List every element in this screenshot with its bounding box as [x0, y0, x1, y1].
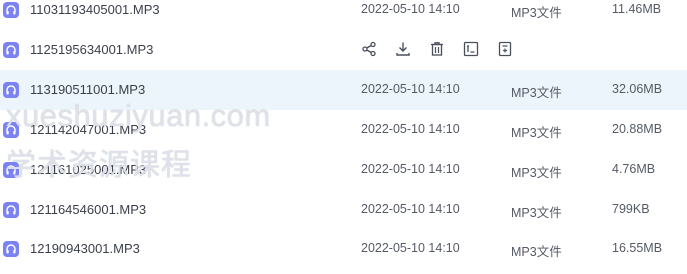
file-type: MP3文件 [511, 86, 562, 100]
file-name: 11031193405001.MP3 [30, 2, 160, 17]
file-size: 16.55MB [612, 241, 663, 255]
delete-icon[interactable] [428, 40, 446, 58]
file-size: 799KB [612, 202, 650, 216]
file-list: 11031193405001.MP3 2022-05-10 14:10 MP3文… [0, 0, 687, 274]
file-date: 2022-05-10 14:10 [361, 82, 460, 96]
share-icon[interactable] [360, 40, 378, 58]
file-size: 32.06MB [612, 82, 663, 96]
file-row[interactable]: 121142047001.MP3 2022-05-10 14:10 MP3文件 … [0, 110, 687, 150]
file-row[interactable]: 121164546001.MP3 2022-05-10 14:10 MP3文件 … [0, 190, 687, 230]
file-date: 2022-05-10 14:10 [361, 162, 460, 176]
file-name: 121142047001.MP3 [30, 122, 147, 137]
download-icon[interactable] [394, 40, 412, 58]
file-name: 12190943001.MP3 [30, 241, 140, 256]
file-name: 113190511001.MP3 [30, 82, 146, 97]
file-date: 2022-05-10 14:10 [361, 241, 460, 255]
file-name: 1125195634001.MP3 [30, 42, 154, 57]
file-row-selected[interactable]: 113190511001.MP3 2022-05-10 14:10 MP3文件 … [0, 70, 687, 110]
file-row[interactable]: 12190943001.MP3 2022-05-10 14:10 MP3文件 1… [0, 229, 687, 269]
file-name: 121161025001.MP3 [30, 162, 147, 177]
file-row[interactable]: 11031193405001.MP3 2022-05-10 14:10 MP3文… [0, 0, 687, 30]
audio-file-icon [3, 2, 19, 18]
file-type: MP3文件 [511, 126, 562, 140]
file-size: 4.76MB [612, 162, 656, 176]
file-type: MP3文件 [511, 206, 562, 220]
file-type: MP3文件 [511, 166, 562, 180]
file-date: 2022-05-10 14:10 [361, 202, 460, 216]
file-row-hovered[interactable]: 1125195634001.MP3 [0, 30, 687, 70]
audio-file-icon [3, 42, 19, 58]
file-type: MP3文件 [511, 245, 562, 259]
file-name: 121164546001.MP3 [30, 202, 147, 217]
audio-file-icon [3, 162, 19, 178]
audio-file-icon [3, 241, 19, 257]
file-date: 2022-05-10 14:10 [361, 122, 460, 136]
audio-file-icon [3, 202, 19, 218]
rename-icon[interactable] [462, 40, 480, 58]
audio-file-icon [3, 82, 19, 98]
file-type: MP3文件 [511, 6, 562, 20]
file-size: 20.88MB [612, 122, 663, 136]
audio-file-icon [3, 122, 19, 138]
file-size: 11.46MB [612, 2, 662, 16]
more-icon[interactable] [496, 40, 514, 58]
file-date: 2022-05-10 14:10 [361, 2, 460, 16]
file-row[interactable]: 121161025001.MP3 2022-05-10 14:10 MP3文件 … [0, 150, 687, 190]
